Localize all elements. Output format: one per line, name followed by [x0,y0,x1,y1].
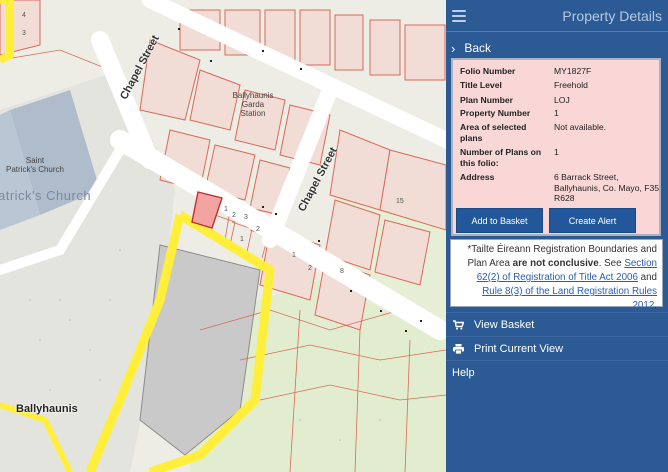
view-basket-item[interactable]: View Basket [446,312,668,336]
garda-station-label: Ballyhaunis Garda Station [228,91,278,118]
garda-label-line-3: Station [240,109,266,118]
garda-label-line-2: Garda [241,100,265,109]
print-current-view-item[interactable]: Print Current View [446,336,668,360]
help-item[interactable]: Help [446,360,668,384]
detail-label: Number of Plans on this folio: [460,147,542,168]
detail-value: LOJ [554,95,570,105]
back-label: Back [464,41,492,55]
detail-label: Area of selected plans [460,122,527,143]
parcel-number: 15 [396,198,404,205]
map-view[interactable]: Chapel Street Chapel Street Ballyhaunis … [0,0,446,472]
detail-label: Address [460,172,495,182]
church-label: atrick's Church [0,188,92,203]
detail-value: 6 Barrack Street, Ballyhaunis, Co. Mayo,… [554,172,660,203]
back-link[interactable]: › Back [446,37,668,59]
parcel-number: 4 [22,12,26,19]
detail-value: MY1827F [554,66,592,76]
garda-label-line-1: Ballyhaunis [232,91,274,100]
create-alert-button[interactable]: Create Alert [549,208,636,233]
notice-bold-text: are not conclusive [512,258,599,269]
property-details-box: Folio Number MY1827F Title Level Freehol… [451,58,661,236]
chevron-right-icon: › [451,40,456,56]
parcel-number: 2 [308,265,312,272]
detail-value: 1 [554,108,559,118]
notice-text: and [637,272,657,283]
help-label: Help [452,366,475,379]
registration-notice: *Tailte Éireann Registration Boundaries … [450,239,663,311]
parcel-number: 1 [292,252,296,259]
detail-label: Title Level [460,80,502,90]
town-label: Ballyhaunis [16,403,78,415]
parcel-number: 2 [256,226,260,233]
panel-title: Property Details [562,7,662,24]
parcel-number: 1 [240,236,244,243]
detail-value: 1 [554,147,559,157]
detail-label: Plan Number [460,95,514,105]
panel-header: Property Details [446,0,668,32]
notice-text: . See [598,258,625,269]
add-to-basket-button[interactable]: Add to Basket [456,208,543,233]
detail-value: Not available. [554,122,607,132]
hamburger-menu-icon[interactable] [452,9,466,22]
shopping-cart-icon [452,319,464,330]
notice-text: . [654,300,657,311]
saint-label-line-2: Patrick's Church [6,165,64,174]
map-canvas[interactable] [0,0,446,472]
parcel-number: 3 [22,30,26,37]
view-basket-label: View Basket [474,318,535,331]
detail-label: Property Number [460,108,531,118]
printer-icon [452,343,464,354]
parcel-number: 8 [340,268,344,275]
saint-patricks-label: Saint Patrick's Church [0,156,70,174]
parcel-number: 3 [244,214,248,221]
saint-label-line-1: Saint [25,156,45,165]
detail-value: Freehold [554,80,588,90]
parcel-number: 2 [232,212,236,219]
print-current-view-label: Print Current View [474,342,564,355]
parcel-number: 1 [224,206,228,213]
detail-label: Folio Number [460,66,516,76]
